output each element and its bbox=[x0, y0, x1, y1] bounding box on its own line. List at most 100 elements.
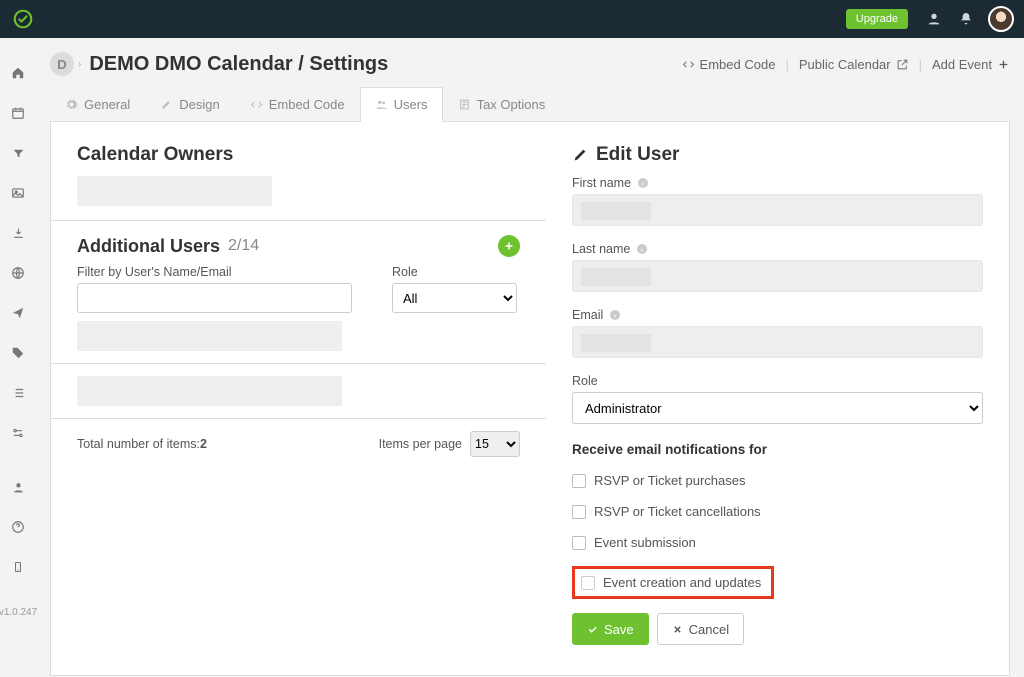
users-icon bbox=[375, 98, 388, 111]
filter-name-input[interactable] bbox=[77, 283, 352, 313]
filter-role-label: Role bbox=[392, 265, 517, 279]
add-event-label: Add Event bbox=[932, 57, 992, 72]
version-label: v1.0.247 bbox=[0, 607, 37, 618]
divider bbox=[51, 220, 546, 221]
gear-icon bbox=[65, 98, 78, 111]
code-icon bbox=[682, 58, 695, 71]
per-page-label: Items per page bbox=[379, 437, 462, 451]
code-icon bbox=[250, 98, 263, 111]
filter-name-label: Filter by User's Name/Email bbox=[77, 265, 352, 279]
owner-row[interactable] bbox=[77, 176, 272, 206]
sidebar-settings-icon[interactable] bbox=[6, 421, 30, 445]
notifications-icon[interactable] bbox=[956, 9, 976, 29]
public-calendar-link[interactable]: Public Calendar bbox=[799, 57, 909, 72]
tab-label: Tax Options bbox=[477, 97, 546, 112]
settings-tabs: General Design Embed Code Users Tax Opti… bbox=[50, 86, 1010, 121]
filter-role-block: Role All bbox=[392, 265, 517, 313]
tab-general[interactable]: General bbox=[50, 87, 145, 121]
divider bbox=[51, 418, 546, 419]
sidebar-help-icon[interactable] bbox=[6, 515, 30, 539]
add-user-button[interactable] bbox=[498, 235, 520, 257]
total-items-value: 2 bbox=[200, 437, 207, 451]
upgrade-button[interactable]: Upgrade bbox=[846, 9, 908, 29]
save-button[interactable]: Save bbox=[572, 613, 649, 645]
brand-logo[interactable] bbox=[12, 8, 34, 30]
list-footer: Total number of items: 2 Items per page … bbox=[77, 431, 520, 457]
account-avatar[interactable] bbox=[988, 6, 1014, 32]
tab-label: Design bbox=[179, 97, 219, 112]
public-calendar-label: Public Calendar bbox=[799, 57, 891, 72]
form-actions: Save Cancel bbox=[572, 613, 983, 645]
tab-design[interactable]: Design bbox=[145, 87, 234, 121]
check-icon bbox=[587, 624, 598, 635]
last-name-input[interactable] bbox=[572, 260, 983, 292]
info-icon bbox=[609, 309, 621, 321]
edit-user-heading: Edit User bbox=[596, 144, 679, 166]
tab-users[interactable]: Users bbox=[360, 87, 443, 122]
plus-icon bbox=[997, 58, 1010, 71]
org-badge[interactable]: D bbox=[50, 52, 74, 76]
email-label: Email bbox=[572, 308, 983, 322]
tab-label: General bbox=[84, 97, 130, 112]
checkbox-icon[interactable] bbox=[581, 576, 595, 590]
user-row[interactable] bbox=[77, 376, 342, 406]
email-input[interactable] bbox=[572, 326, 983, 358]
sidebar-filter-icon[interactable] bbox=[6, 141, 30, 165]
per-page-select[interactable]: 15 bbox=[470, 431, 520, 457]
page-title: DEMO DMO Calendar / Settings bbox=[89, 53, 388, 76]
close-icon bbox=[672, 624, 683, 635]
embed-code-label: Embed Code bbox=[700, 57, 776, 72]
sidebar-home-icon[interactable] bbox=[6, 61, 30, 85]
sidebar-send-icon[interactable] bbox=[6, 301, 30, 325]
add-event-button[interactable]: Add Event bbox=[932, 57, 1010, 72]
user-row[interactable] bbox=[77, 321, 342, 351]
sidebar-download-icon[interactable] bbox=[6, 221, 30, 245]
sidebar-globe-icon[interactable] bbox=[6, 261, 30, 285]
checkbox-label: Event submission bbox=[594, 535, 696, 550]
checkbox-icon bbox=[572, 474, 586, 488]
cancel-button[interactable]: Cancel bbox=[657, 613, 744, 645]
plus-icon bbox=[503, 240, 515, 252]
info-icon bbox=[636, 243, 648, 255]
receipt-icon bbox=[458, 98, 471, 111]
checkbox-label: RSVP or Ticket cancellations bbox=[594, 504, 761, 519]
checkbox-icon bbox=[572, 505, 586, 519]
notifications-heading: Receive email notifications for bbox=[572, 442, 983, 457]
tab-tax-options[interactable]: Tax Options bbox=[443, 87, 561, 121]
divider bbox=[51, 363, 546, 364]
filter-row: Filter by User's Name/Email Role All bbox=[77, 265, 520, 313]
tab-label: Users bbox=[394, 97, 428, 112]
items-per-page: Items per page 15 bbox=[379, 431, 520, 457]
sidebar-list-icon[interactable] bbox=[6, 381, 30, 405]
total-items-label: Total number of items: bbox=[77, 437, 200, 451]
sidebar-mobile-icon[interactable] bbox=[6, 555, 30, 579]
sidebar-media-icon[interactable] bbox=[6, 181, 30, 205]
sidebar-calendar-icon[interactable] bbox=[6, 101, 30, 125]
users-list bbox=[77, 321, 520, 419]
checkbox-icon bbox=[572, 536, 586, 550]
first-name-label: First name bbox=[572, 176, 983, 190]
last-name-label: Last name bbox=[572, 242, 983, 256]
user-feed-icon[interactable] bbox=[924, 9, 944, 29]
main-area: D › DEMO DMO Calendar / Settings Embed C… bbox=[36, 38, 1024, 677]
users-list-column: Calendar Owners Additional Users 2/14 Fi… bbox=[51, 122, 546, 675]
page-header: D › DEMO DMO Calendar / Settings Embed C… bbox=[50, 52, 1010, 76]
external-link-icon bbox=[896, 58, 909, 71]
checkbox-label: RSVP or Ticket purchases bbox=[594, 473, 746, 488]
filter-name-block: Filter by User's Name/Email bbox=[77, 265, 352, 313]
role-label: Role bbox=[572, 374, 983, 388]
edit-user-heading-row: Edit User bbox=[572, 144, 983, 166]
embed-code-link[interactable]: Embed Code bbox=[682, 57, 776, 72]
filter-role-select[interactable]: All bbox=[392, 283, 517, 313]
role-select[interactable]: Administrator bbox=[572, 392, 983, 424]
settings-panel: Calendar Owners Additional Users 2/14 Fi… bbox=[50, 121, 1010, 676]
separator: | bbox=[919, 57, 922, 72]
sidebar-account-icon[interactable] bbox=[6, 475, 30, 499]
tab-embed-code[interactable]: Embed Code bbox=[235, 87, 360, 121]
checkbox-rsvp-cancellations[interactable]: RSVP or Ticket cancellations bbox=[572, 504, 983, 519]
pencil-icon bbox=[572, 147, 588, 163]
first-name-input[interactable] bbox=[572, 194, 983, 226]
sidebar-tag-icon[interactable] bbox=[6, 341, 30, 365]
checkbox-event-submission[interactable]: Event submission bbox=[572, 535, 983, 550]
checkbox-rsvp-purchases[interactable]: RSVP or Ticket purchases bbox=[572, 473, 983, 488]
